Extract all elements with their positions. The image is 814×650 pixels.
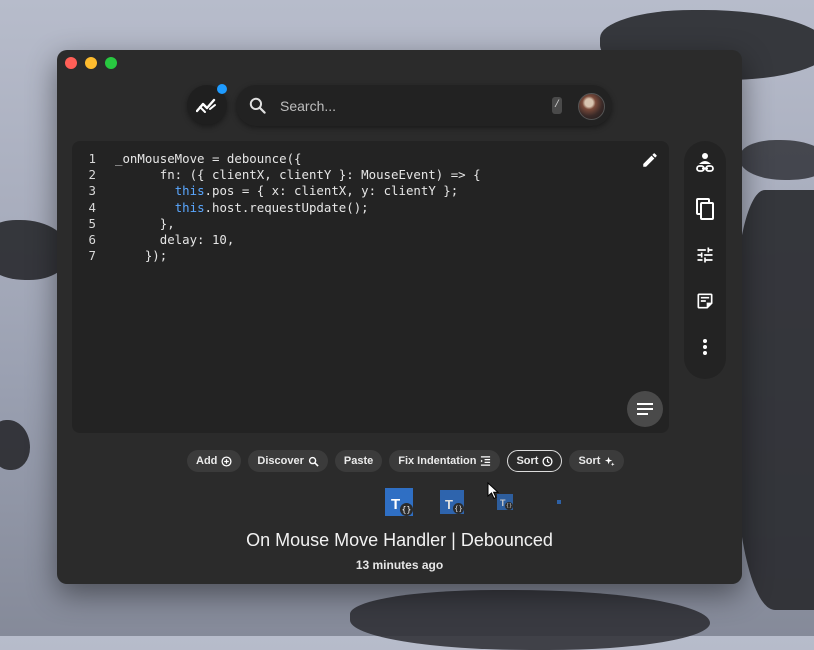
word-wrap-button[interactable] [627,391,663,427]
line-number: 3 [88,183,96,199]
snippet-thumbnail-2[interactable]: T {} [440,490,464,514]
chip-label: Sort [516,455,539,467]
code-line[interactable]: 3 this.pos = { x: clientX, y: clientY }; [72,183,481,199]
line-number: 7 [88,248,96,264]
user-avatar[interactable] [578,93,605,120]
app-logo-icon [196,98,216,113]
window-controls [65,57,117,69]
fix-indentation-button[interactable]: Fix Indentation [389,450,501,472]
code-text: this.pos = { x: clientX, y: clientY }; [174,183,459,199]
code-text: delay: 10, [115,232,235,248]
minimize-button[interactable] [85,57,97,69]
side-toolbar [684,141,726,379]
clock-icon [542,455,554,467]
search-input[interactable] [278,94,542,118]
typescript-logo-text: T [391,496,401,513]
edit-icon[interactable] [641,151,659,169]
wrap-lines-icon [637,403,653,415]
share-link-button[interactable] [689,149,721,177]
code-line[interactable]: 4 this.host.requestUpdate(); [72,200,481,216]
more-options-button[interactable] [689,333,721,361]
code-text: }, [115,215,175,231]
line-number: 5 [88,215,96,231]
code-line[interactable]: 7 }); [72,248,481,264]
chip-label: Paste [343,455,374,467]
line-number: 6 [88,232,96,248]
search-bar: / [236,85,612,126]
share-link-icon [696,153,714,172]
close-button[interactable] [65,57,77,69]
code-line[interactable]: 1 _onMouseMove = debounce({ [72,151,481,167]
discover-button[interactable]: Discover [248,450,328,472]
note-button[interactable] [689,287,721,315]
code-line[interactable]: 6 delay: 10, [72,232,481,248]
code-braces-icon: {} [505,502,513,510]
code-braces-icon: {} [453,503,464,514]
chip-label: Sort [578,455,601,467]
code-text: }); [115,248,168,264]
tune-button[interactable] [689,241,721,269]
search-zoom-icon [308,456,319,467]
copy-icon [696,198,714,220]
code-text: _onMouseMove = debounce({ [115,151,302,166]
line-number: 2 [88,167,96,183]
code-braces-icon: {} [400,503,413,516]
mouse-cursor-icon [487,482,500,500]
notification-dot [217,84,227,94]
code-content[interactable]: 1 _onMouseMove = debounce({2 fn: ({ clien… [72,151,481,264]
indent-icon [481,455,491,466]
code-text: fn: ({ clientX, clientY }: MouseEvent) =… [115,167,481,183]
chip-label: Discover [257,455,304,467]
app-window: / 1_onMouseMove = debounce({2 fn: ({ cli… [57,50,742,584]
snippet-thumbnail-4[interactable] [557,500,561,504]
line-number: 1 [88,151,96,166]
line-number: 4 [88,199,96,215]
chip-label: Fix Indentation [398,455,477,467]
search-shortcut-hint: / [552,97,562,114]
add-button[interactable]: Add [187,450,242,472]
code-text: this.host.requestUpdate(); [174,199,369,215]
snippet-title: On Mouse Move Handler | Debounced [246,530,553,550]
typescript-logo-text: T [445,497,453,512]
app-logo-button[interactable] [187,84,227,125]
add-circle-icon [221,455,232,467]
code-editor[interactable]: 1 _onMouseMove = debounce({2 fn: ({ clien… [72,141,669,433]
snippet-timestamp: 13 minutes ago [355,558,444,572]
action-chips: Add Discover Paste Fix Indentation Sort … [187,450,625,472]
more-vert-icon [703,339,707,355]
chip-label: Add [196,455,218,467]
code-line[interactable]: 2 fn: ({ clientX, clientY }: MouseEvent)… [72,167,481,183]
sort-ai-button[interactable]: Sort [569,450,625,472]
copy-button[interactable] [689,195,721,223]
tune-icon [697,247,713,263]
snippet-thumbnail-current[interactable]: T {} [385,488,413,516]
zoom-button[interactable] [105,57,117,69]
code-line[interactable]: 5 }, [72,216,481,232]
note-icon [697,293,713,309]
sort-by-time-button[interactable]: Sort [507,450,563,472]
sparkle-icon [605,456,616,466]
paste-button[interactable]: Paste [334,450,383,472]
search-icon [249,97,266,114]
